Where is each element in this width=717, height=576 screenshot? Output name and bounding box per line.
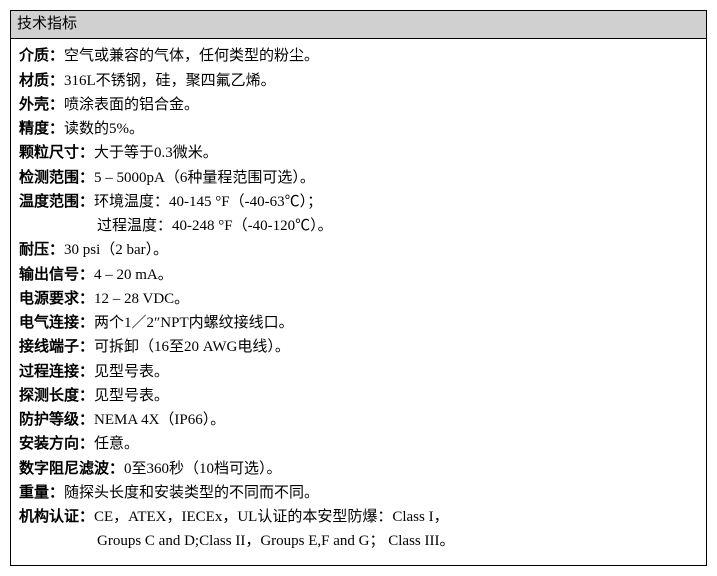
row-detection-range: 检测范围： 5 – 5000pA（6种量程范围可选）。 [19,167,698,190]
row-terminal: 接线端子： 可拆卸（16至20 AWG电线）。 [19,336,698,359]
value-certification: CE，ATEX，IECEx，UL认证的本安型防爆：Class I， [94,506,698,529]
value-temp-range: 环境温度：40-145 °F（-40-63℃）； [94,191,698,214]
label-process: 过程连接： [19,361,94,384]
row-certification-2: Groups C and D;Class II，Groups E,F and G… [19,530,698,553]
table-content: 介质： 空气或兼容的气体，任何类型的粉尘。 材质： 316L不锈钢，硅，聚四氟乙… [11,39,706,564]
value-power: 12 – 28 VDC。 [94,288,698,311]
value-weight: 随探头长度和安装类型的不同而不同。 [64,482,698,505]
value-detection-range: 5 – 5000pA（6种量程范围可选）。 [94,167,698,190]
label-output: 输出信号： [19,264,94,287]
row-certification: 机构认证： CE，ATEX，IECEx，UL认证的本安型防爆：Class I， [19,506,698,529]
label-orientation: 安装方向： [19,433,94,456]
value-particle: 大于等于0.3微米。 [94,142,698,165]
row-output: 输出信号： 4 – 20 mA。 [19,264,698,287]
value-pressure: 30 psi（2 bar）。 [64,239,698,262]
label-medium: 介质： [19,45,64,68]
label-certification: 机构认证： [19,506,94,529]
value-probe-length: 见型号表。 [94,385,698,408]
value-material: 316L不锈钢，硅，聚四氟乙烯。 [64,70,698,93]
value-terminal: 可拆卸（16至20 AWG电线）。 [94,336,698,359]
row-pressure: 耐压： 30 psi（2 bar）。 [19,239,698,262]
value-electrical: 两个1／2″NPT内螺纹接线口。 [94,312,698,335]
row-weight: 重量： 随探头长度和安装类型的不同而不同。 [19,482,698,505]
label-electrical: 电气连接： [19,312,94,335]
row-medium: 介质： 空气或兼容的气体，任何类型的粉尘。 [19,45,698,68]
row-orientation: 安装方向： 任意。 [19,433,698,456]
row-accuracy: 精度： 读数的5%。 [19,118,698,141]
row-particle: 颗粒尺寸： 大于等于0.3微米。 [19,142,698,165]
value-protection: NEMA 4X（IP66）。 [94,409,698,432]
label-particle: 颗粒尺寸： [19,142,94,165]
label-weight: 重量： [19,482,64,505]
label-protection: 防护等级： [19,409,94,432]
label-accuracy: 精度： [19,118,64,141]
row-power: 电源要求： 12 – 28 VDC。 [19,288,698,311]
value-orientation: 任意。 [94,433,698,456]
row-probe-length: 探测长度： 见型号表。 [19,385,698,408]
row-electrical: 电气连接： 两个1／2″NPT内螺纹接线口。 [19,312,698,335]
value-process: 见型号表。 [94,361,698,384]
value-enclosure: 喷涂表面的铝合金。 [64,94,698,117]
label-pressure: 耐压： [19,239,64,262]
value-certification-2: Groups C and D;Class II，Groups E,F and G… [97,530,698,553]
label-damping: 数字阻尼滤波： [19,458,124,481]
label-temp-range: 温度范围： [19,191,94,214]
row-temp-range: 温度范围： 环境温度：40-145 °F（-40-63℃）； [19,191,698,214]
value-output: 4 – 20 mA。 [94,264,698,287]
value-temp-range-2: 过程温度：40-248 °F（-40-120℃）。 [97,215,698,238]
row-temp-range-2: 过程温度：40-248 °F（-40-120℃）。 [19,215,698,238]
table-header: 技术指标 [11,11,706,39]
label-detection-range: 检测范围： [19,167,94,190]
row-enclosure: 外壳： 喷涂表面的铝合金。 [19,94,698,117]
label-terminal: 接线端子： [19,336,94,359]
value-accuracy: 读数的5%。 [64,118,698,141]
row-process: 过程连接： 见型号表。 [19,361,698,384]
row-protection: 防护等级： NEMA 4X（IP66）。 [19,409,698,432]
spec-table: 技术指标 介质： 空气或兼容的气体，任何类型的粉尘。 材质： 316L不锈钢，硅… [10,10,707,566]
label-material: 材质： [19,70,64,93]
value-damping: 0至360秒（10档可选）。 [124,458,698,481]
row-material: 材质： 316L不锈钢，硅，聚四氟乙烯。 [19,70,698,93]
label-power: 电源要求： [19,288,94,311]
label-enclosure: 外壳： [19,94,64,117]
label-probe-length: 探测长度： [19,385,94,408]
row-damping: 数字阻尼滤波： 0至360秒（10档可选）。 [19,458,698,481]
value-medium: 空气或兼容的气体，任何类型的粉尘。 [64,45,698,68]
